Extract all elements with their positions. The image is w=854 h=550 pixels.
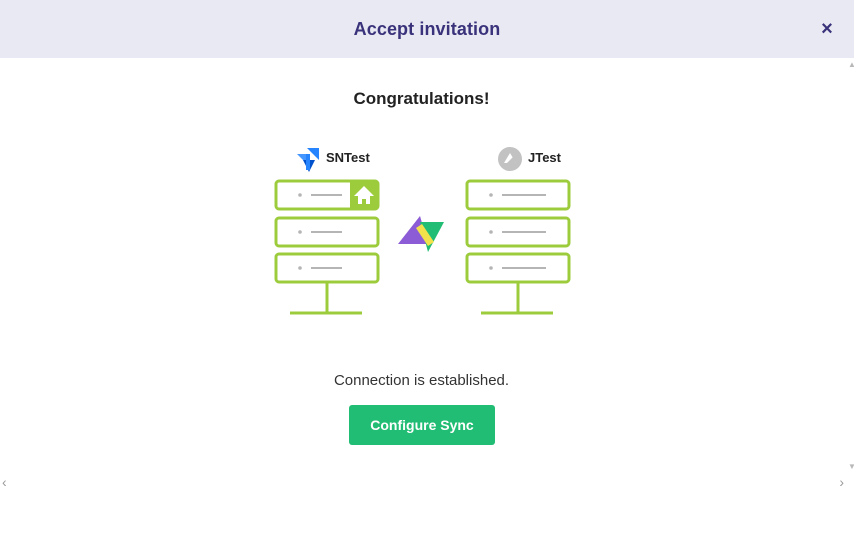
close-button[interactable]: × — [816, 18, 838, 40]
node-logo-icon — [498, 147, 522, 171]
right-server-icon — [465, 179, 571, 315]
scroll-down-icon[interactable]: ▼ — [848, 462, 854, 471]
sync-logo-icon — [398, 216, 444, 252]
scroll-up-icon[interactable]: ▲ — [848, 60, 854, 69]
left-node-label: SNTest — [326, 150, 370, 165]
jira-icon — [297, 148, 319, 172]
dialog-header: Accept invitation × — [0, 0, 854, 58]
right-node-label: JTest — [528, 150, 561, 165]
previous-arrow-icon[interactable]: ‹ — [2, 474, 7, 490]
connection-illustration: SNTest JTest — [270, 140, 580, 320]
left-server-icon — [274, 179, 380, 315]
congratulations-heading: Congratulations! — [353, 89, 490, 108]
connection-status: Connection is established. — [333, 372, 510, 389]
dialog-title: Accept invitation — [353, 18, 501, 39]
next-arrow-icon[interactable]: › — [839, 474, 844, 490]
configure-sync-button[interactable]: Configure Sync — [349, 405, 495, 445]
accept-invitation-dialog: Accept invitation × ▲ ▼ Congratulations! — [0, 0, 854, 550]
